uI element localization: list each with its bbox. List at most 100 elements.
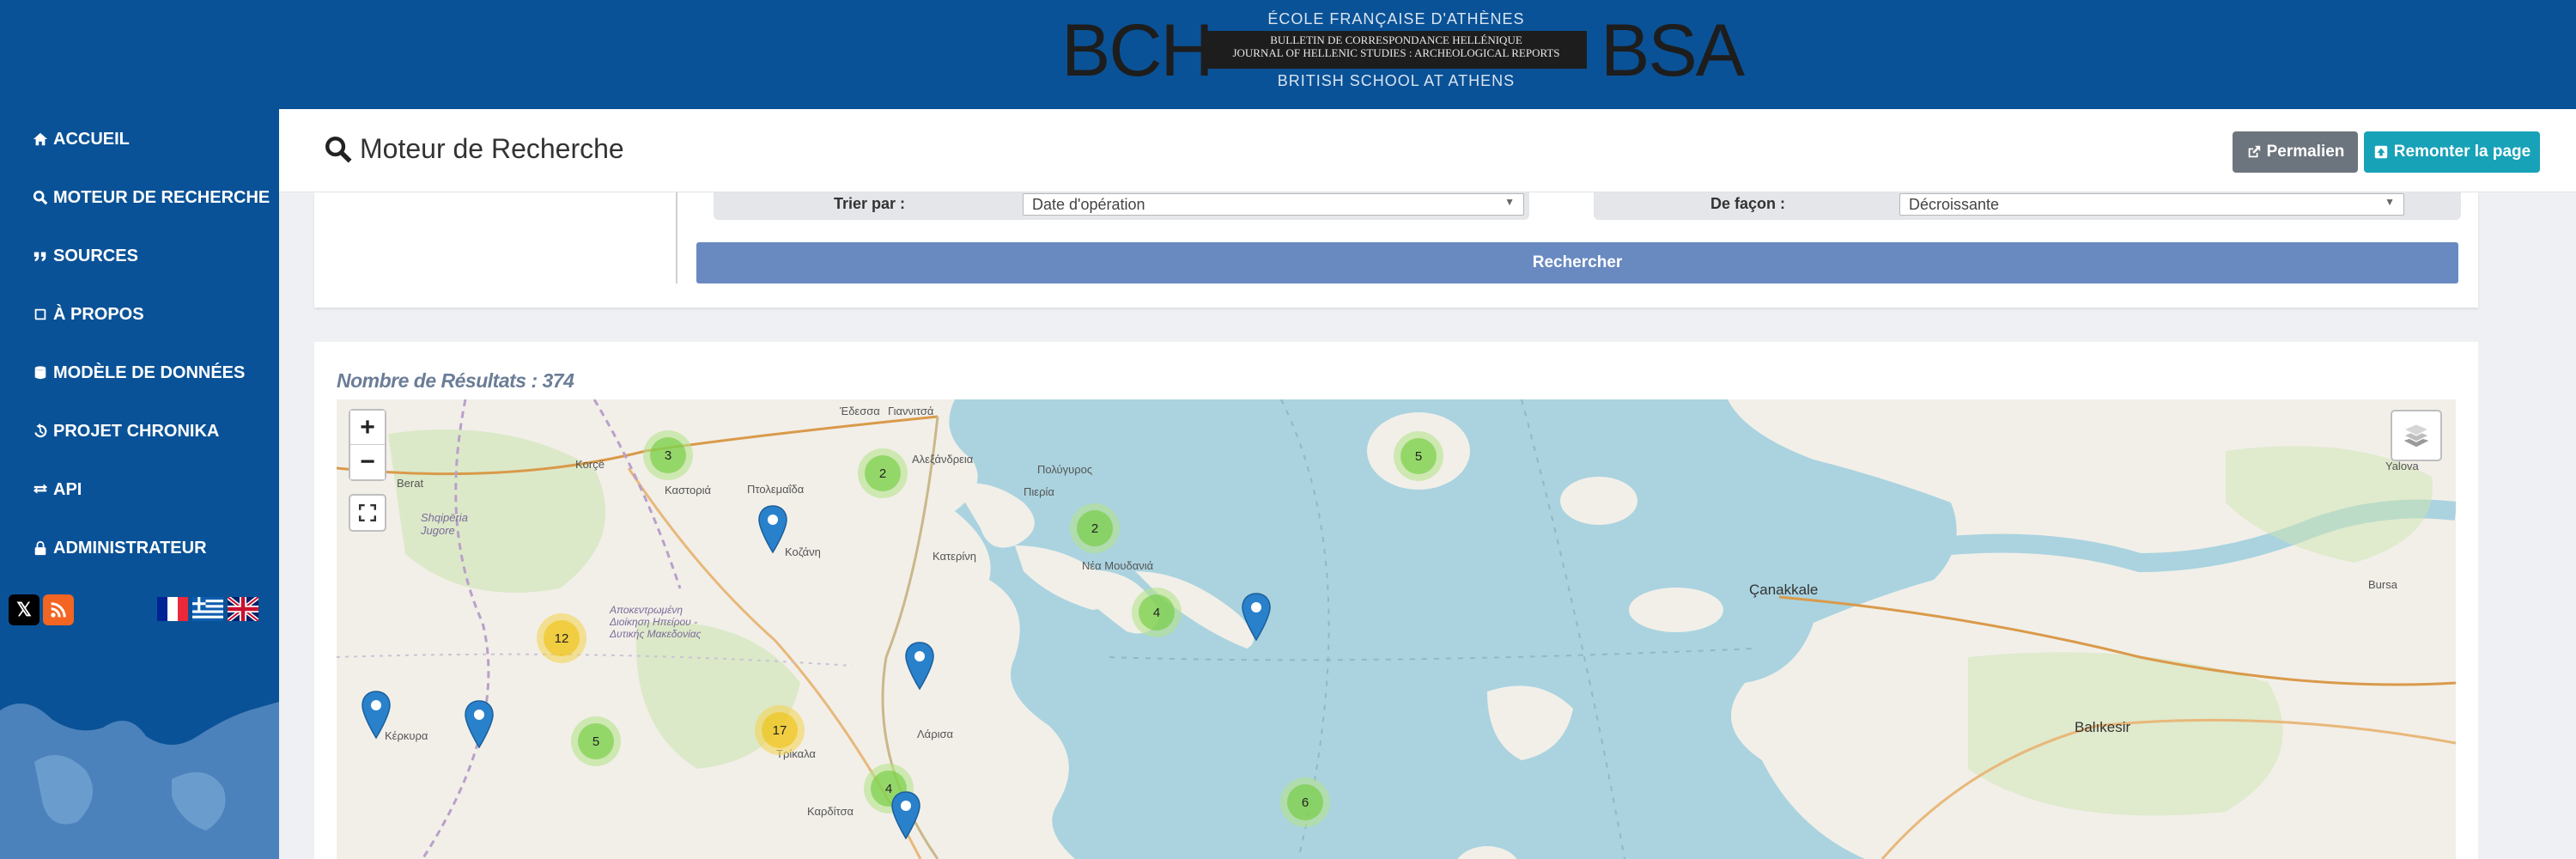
map-marker-icon[interactable] (757, 504, 788, 554)
map-cluster[interactable]: 2 (1070, 503, 1120, 553)
place-label: Γιαννιτσά (888, 405, 934, 417)
search-icon (325, 136, 352, 163)
order-select[interactable]: Décroissante ▼ (1899, 193, 2404, 216)
zoom-out-button[interactable]: − (350, 445, 385, 479)
place-label: Korçë (575, 458, 605, 471)
map-cluster[interactable]: 17 (755, 705, 805, 755)
place-label: Shqipëria Jugore (421, 511, 468, 537)
sort-select[interactable]: Date d'opération ▼ (1023, 193, 1524, 216)
sidebar-item-label: ACCUEIL (53, 129, 130, 149)
sidebar-item-moteur[interactable]: MOTEUR DE RECHERCHE (31, 185, 270, 210)
place-label: Bursa (2368, 578, 2397, 591)
flag-fr-icon[interactable] (157, 597, 188, 621)
sort-field-group: Trier par : Date d'opération ▼ (714, 192, 1529, 220)
page-title: Moteur de Recherche (324, 133, 624, 165)
rss-icon[interactable] (43, 594, 74, 625)
cluster-count: 12 (544, 620, 580, 656)
sidebar-item-label: À PROPOS (53, 304, 144, 324)
sidebar-item-sources[interactable]: SOURCES (31, 243, 138, 269)
place-label: Νέα Μουδανιά (1082, 559, 1154, 572)
sidebar-item-label: SOURCES (53, 246, 138, 265)
place-label: Berat (397, 477, 424, 490)
place-label: Κατερίνη (933, 550, 976, 563)
map-marker-icon[interactable] (361, 690, 392, 740)
layers-icon (2403, 423, 2430, 448)
cluster-count: 2 (865, 455, 901, 491)
sidebar-item-modele[interactable]: MODÈLE DE DONNÉES (31, 360, 245, 386)
cluster-count: 5 (578, 723, 614, 759)
exchange-icon (31, 480, 50, 499)
sidebar-item-chronika[interactable]: PROJET CHRONIKA (31, 418, 219, 444)
map-cluster[interactable]: 5 (571, 716, 621, 766)
external-link-icon (2248, 145, 2260, 158)
map-marker-icon[interactable] (464, 699, 495, 749)
search-icon (31, 188, 50, 207)
history-icon (31, 422, 50, 441)
fullscreen-button[interactable] (349, 494, 386, 532)
logo-bsa-line: BRITISH SCHOOL AT ATHENS (1277, 72, 1516, 89)
cluster-count: 6 (1287, 784, 1323, 820)
logo-journal-box: BULLETIN DE CORRESPONDANCE HELLÉNIQUE JO… (1206, 31, 1587, 69)
place-label: Καρδίτσα (807, 805, 854, 818)
x-icon[interactable]: 𝕏 (9, 594, 39, 625)
arrow-up-square-icon (2374, 145, 2387, 159)
sidebar-item-label: PROJET CHRONIKA (53, 421, 220, 441)
map-cluster[interactable]: 12 (537, 613, 586, 663)
results-panel: Nombre de Résultats : 374 Berat Korçë Κα… (314, 342, 2478, 859)
place-label: Αλεξάνδρεια (912, 453, 974, 466)
sidebar-item-admin[interactable]: ADMINISTRATEUR (31, 535, 207, 561)
place-label: Balıkesir (2075, 719, 2131, 735)
search-form-panel: Trier par : Date d'opération ▼ De façon … (314, 192, 2478, 308)
sort-select-value: Date d'opération (1032, 196, 1145, 213)
logo-efa-line: ÉCOLE FRANÇAISE D'ATHÈNES (1267, 10, 1525, 27)
map-marker-icon[interactable] (904, 641, 935, 691)
scroll-top-label: Remonter la page (2393, 143, 2531, 161)
place-label: Πολύγυρος (1037, 463, 1093, 476)
database-icon (31, 363, 50, 382)
place-label: Πιερία (1024, 485, 1054, 498)
flag-en-icon[interactable] (228, 597, 258, 621)
order-label: De façon : (1710, 195, 1786, 212)
fullscreen-icon (358, 503, 377, 522)
cluster-count: 17 (762, 712, 798, 748)
logo-box-line2: JOURNAL OF HELLENIC STUDIES : ARCHEOLOGI… (1232, 46, 1560, 59)
logo-bch: BCH (1061, 9, 1214, 92)
cluster-count: 2 (1077, 510, 1113, 546)
permalink-button[interactable]: Permalien (2233, 131, 2358, 173)
book-icon (31, 305, 50, 324)
sidebar-item-label: API (53, 479, 82, 499)
logo-bsa: BSA (1601, 9, 1745, 92)
search-submit-button[interactable]: Rechercher (696, 242, 2458, 283)
cluster-count: 5 (1400, 438, 1437, 474)
sidebar-item-label: ADMINISTRATEUR (53, 538, 207, 557)
scroll-top-button[interactable]: Remonter la page (2364, 131, 2540, 173)
map-cluster[interactable]: 4 (1132, 588, 1182, 637)
site-logo[interactable]: BCH ÉCOLE FRANÇAISE D'ATHÈNES BULLETIN D… (1061, 5, 1745, 92)
map-marker-icon[interactable] (890, 790, 921, 840)
map-cluster[interactable]: 2 (858, 448, 908, 498)
layers-button[interactable] (2391, 410, 2442, 461)
logo-box-line1: BULLETIN DE CORRESPONDANCE HELLÉNIQUE (1270, 34, 1522, 46)
sidebar-item-label: MODÈLE DE DONNÉES (53, 362, 246, 382)
place-label: Λάρισα (917, 728, 954, 740)
results-map[interactable]: Berat Korçë Καστοριά Πτολεμαΐδα Κοζάνη Έ… (337, 399, 2456, 859)
map-cluster[interactable]: 5 (1394, 431, 1443, 481)
sidebar-item-a-propos[interactable]: À PROPOS (31, 302, 144, 327)
sidebar-item-api[interactable]: API (31, 477, 82, 503)
map-cluster[interactable]: 3 (643, 430, 693, 480)
sidebar-item-accueil[interactable]: ACCUEIL (31, 126, 130, 152)
sort-label: Trier par : (834, 195, 906, 212)
place-label: Πτολεμαΐδα (747, 483, 805, 496)
order-select-value: Décroissante (1909, 196, 2000, 213)
cluster-count: 4 (1139, 594, 1175, 631)
page-title-text: Moteur de Recherche (360, 133, 624, 164)
divider (676, 192, 677, 283)
zoom-in-button[interactable]: + (350, 411, 385, 445)
map-marker-icon[interactable] (1241, 592, 1272, 642)
sidebar-map-decoration (0, 702, 279, 859)
flag-el-icon[interactable] (192, 597, 223, 621)
place-label: Κοζάνη (785, 545, 821, 558)
map-cluster[interactable]: 6 (1280, 777, 1330, 827)
cluster-count: 3 (650, 437, 686, 473)
permalink-label: Permalien (2266, 143, 2345, 161)
